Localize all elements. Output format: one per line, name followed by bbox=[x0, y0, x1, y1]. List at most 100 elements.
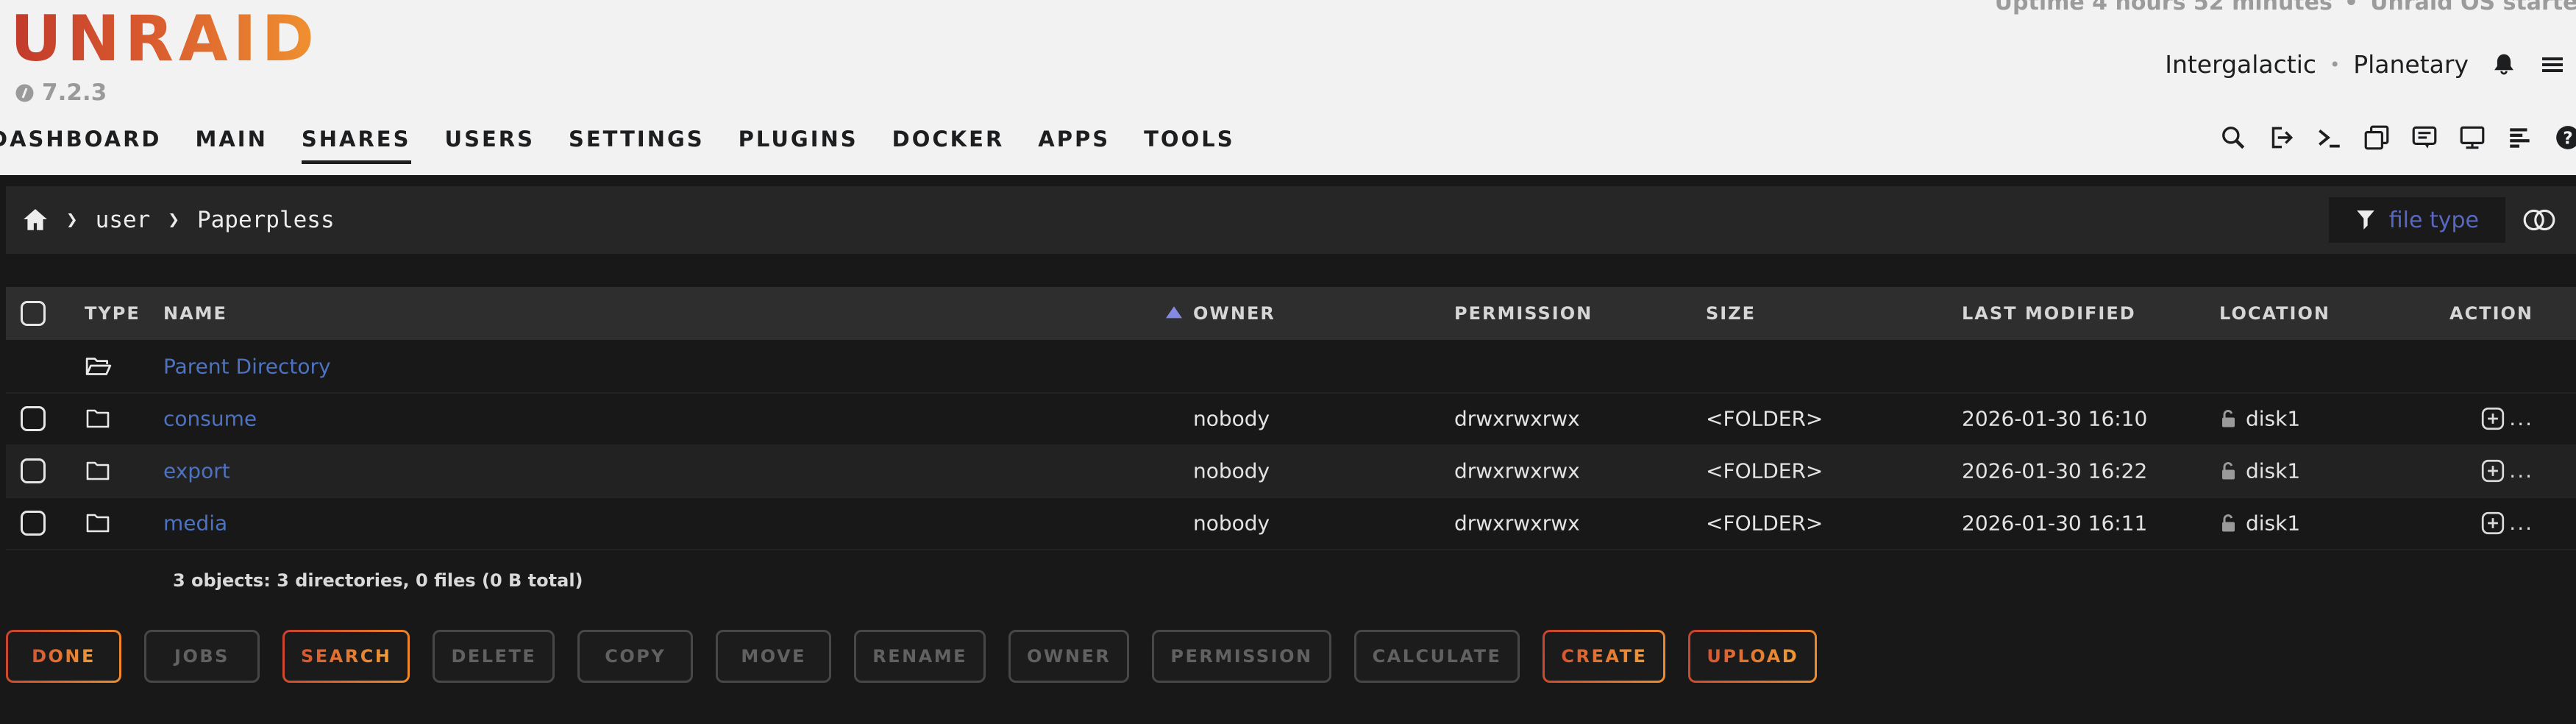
permission-button: PERMISSION bbox=[1152, 630, 1331, 683]
column-header-permission[interactable]: PERMISSION bbox=[1454, 303, 1593, 324]
row-actions-button[interactable]: ... bbox=[2480, 405, 2533, 432]
owner-value: nobody bbox=[1193, 458, 1270, 483]
breadcrumb-chevron-icon: ❯ bbox=[168, 209, 179, 231]
nav-users[interactable]: USERS bbox=[445, 127, 535, 164]
table-row-consume: consume nobody drwxrwxrwx <FOLDER> 2026-… bbox=[6, 392, 2576, 446]
home-icon[interactable] bbox=[22, 207, 49, 233]
size-value: <FOLDER> bbox=[1706, 458, 1823, 483]
sort-ascending-icon[interactable] bbox=[1166, 306, 1182, 318]
server-separator: • bbox=[2328, 54, 2341, 75]
uptime-separator: • bbox=[2344, 0, 2358, 15]
search-button[interactable]: SEARCH bbox=[282, 630, 410, 683]
size-value: <FOLDER> bbox=[1706, 511, 1823, 535]
last-modified-value: 2026-01-30 16:10 bbox=[1962, 406, 2147, 430]
folder-icon bbox=[85, 459, 111, 483]
table-header-row: TYPE NAME OWNER PERMISSION SIZE LAST MOD… bbox=[6, 287, 2576, 340]
nav-plugins[interactable]: PLUGINS bbox=[739, 127, 858, 164]
row-actions-button[interactable]: ... bbox=[2480, 510, 2533, 536]
breadcrumb-user[interactable]: user bbox=[96, 207, 151, 233]
uptime-text: Uptime 4 hours 52 minutes bbox=[1995, 0, 2333, 15]
column-header-owner[interactable]: OWNER bbox=[1193, 303, 1275, 324]
upload-button[interactable]: UPLOAD bbox=[1688, 630, 1817, 683]
delete-button: DELETE bbox=[433, 630, 555, 683]
row-checkbox[interactable] bbox=[21, 511, 46, 536]
column-header-name[interactable]: NAME bbox=[163, 303, 227, 324]
more-ellipsis: ... bbox=[2509, 406, 2533, 430]
nav-docker[interactable]: DOCKER bbox=[892, 127, 1005, 164]
filter-funnel-icon bbox=[2355, 209, 2376, 231]
folder-link[interactable]: media bbox=[163, 511, 227, 535]
quick-actions: ? bbox=[2219, 124, 2576, 152]
file-type-filter[interactable]: file type bbox=[2329, 197, 2505, 243]
svg-text:?: ? bbox=[2563, 128, 2572, 148]
calculate-button: CALCULATE bbox=[1354, 630, 1520, 683]
main-nav: DASHBOARD MAIN SHARES USERS SETTINGS PLU… bbox=[0, 127, 1235, 164]
folder-icon bbox=[85, 407, 111, 430]
permission-value: drwxrwxrwx bbox=[1454, 458, 1580, 483]
action-button-bar: DONE JOBS SEARCH DELETE COPY MOVE RENAME… bbox=[6, 630, 1817, 683]
notifications-bell-icon[interactable] bbox=[2491, 52, 2517, 78]
folder-link[interactable]: consume bbox=[163, 406, 257, 430]
nav-apps[interactable]: APPS bbox=[1038, 127, 1110, 164]
create-button[interactable]: CREATE bbox=[1543, 630, 1665, 683]
feedback-icon[interactable] bbox=[2410, 124, 2438, 152]
nav-main[interactable]: MAIN bbox=[196, 127, 268, 164]
logs-icon[interactable] bbox=[2506, 124, 2534, 152]
unraid-file-manager-page: UNRAID 7.2.3 Uptime 4 hours 52 minutes •… bbox=[0, 0, 2576, 724]
search-icon[interactable] bbox=[2219, 124, 2247, 152]
folder-link[interactable]: export bbox=[163, 458, 230, 483]
server-tagline: Planetary bbox=[2353, 50, 2469, 79]
terminal-icon[interactable] bbox=[2315, 124, 2343, 152]
table-row-media: media nobody drwxrwxrwx <FOLDER> 2026-01… bbox=[6, 497, 2576, 550]
os-status-text: Unraid OS started bbox=[2370, 0, 2576, 15]
rename-button: RENAME bbox=[854, 630, 986, 683]
expand-plus-icon bbox=[2480, 510, 2506, 536]
last-modified-value: 2026-01-30 16:11 bbox=[1962, 511, 2147, 535]
top-header: UNRAID 7.2.3 Uptime 4 hours 52 minutes •… bbox=[0, 0, 2576, 175]
lock-icon bbox=[2219, 461, 2237, 481]
help-icon[interactable]: ? bbox=[2554, 124, 2576, 152]
unraid-logo[interactable]: UNRAID bbox=[10, 7, 319, 71]
display-icon[interactable] bbox=[2458, 124, 2486, 152]
row-checkbox[interactable] bbox=[21, 406, 46, 431]
breadcrumb-paperpless[interactable]: Paperpless bbox=[197, 207, 335, 233]
row-checkbox[interactable] bbox=[21, 458, 46, 483]
owner-value: nobody bbox=[1193, 511, 1270, 535]
table-row-export: export nobody drwxrwxrwx <FOLDER> 2026-0… bbox=[6, 444, 2576, 498]
parent-directory-link[interactable]: Parent Directory bbox=[163, 354, 331, 378]
folder-open-icon bbox=[85, 354, 113, 379]
location-value: disk1 bbox=[2246, 458, 2300, 483]
jobs-button: JOBS bbox=[144, 630, 260, 683]
done-button[interactable]: DONE bbox=[6, 630, 121, 683]
column-header-location[interactable]: LOCATION bbox=[2219, 303, 2330, 324]
nav-dashboard[interactable]: DASHBOARD bbox=[0, 127, 162, 164]
hamburger-menu-icon[interactable] bbox=[2539, 53, 2566, 77]
file-manager-panel: ❯ user ❯ Paperpless file type bbox=[0, 175, 2576, 724]
nav-tools[interactable]: TOOLS bbox=[1144, 127, 1234, 164]
breadcrumb-bar: ❯ user ❯ Paperpless file type bbox=[6, 186, 2576, 254]
copy-icon[interactable] bbox=[2363, 124, 2391, 152]
more-ellipsis: ... bbox=[2509, 511, 2533, 535]
breadcrumb: ❯ user ❯ Paperpless bbox=[22, 207, 335, 233]
view-toggle-icon[interactable] bbox=[2522, 207, 2557, 233]
row-actions-button[interactable]: ... bbox=[2480, 458, 2533, 484]
folder-icon bbox=[85, 511, 111, 535]
server-identity: Intergalactic • Planetary bbox=[2165, 50, 2566, 79]
select-all-checkbox[interactable] bbox=[21, 301, 46, 326]
table-row-parent-directory: Parent Directory bbox=[6, 340, 2576, 394]
column-header-size[interactable]: SIZE bbox=[1706, 303, 1756, 324]
logout-icon[interactable] bbox=[2267, 124, 2295, 152]
version-text: 7.2.3 bbox=[42, 79, 107, 106]
column-header-last-modified[interactable]: LAST MODIFIED bbox=[1962, 303, 2136, 324]
last-modified-value: 2026-01-30 16:22 bbox=[1962, 458, 2147, 483]
column-header-type[interactable]: TYPE bbox=[85, 303, 140, 324]
breadcrumb-chevron-icon: ❯ bbox=[66, 209, 78, 231]
expand-plus-icon bbox=[2480, 458, 2506, 484]
nav-shares[interactable]: SHARES bbox=[302, 127, 411, 164]
owner-button: OWNER bbox=[1008, 630, 1129, 683]
breadcrumb-tools: file type bbox=[2329, 197, 2557, 243]
nav-settings[interactable]: SETTINGS bbox=[569, 127, 705, 164]
location-value: disk1 bbox=[2246, 406, 2300, 430]
lock-icon bbox=[2219, 513, 2237, 533]
version-status-icon bbox=[15, 83, 35, 103]
